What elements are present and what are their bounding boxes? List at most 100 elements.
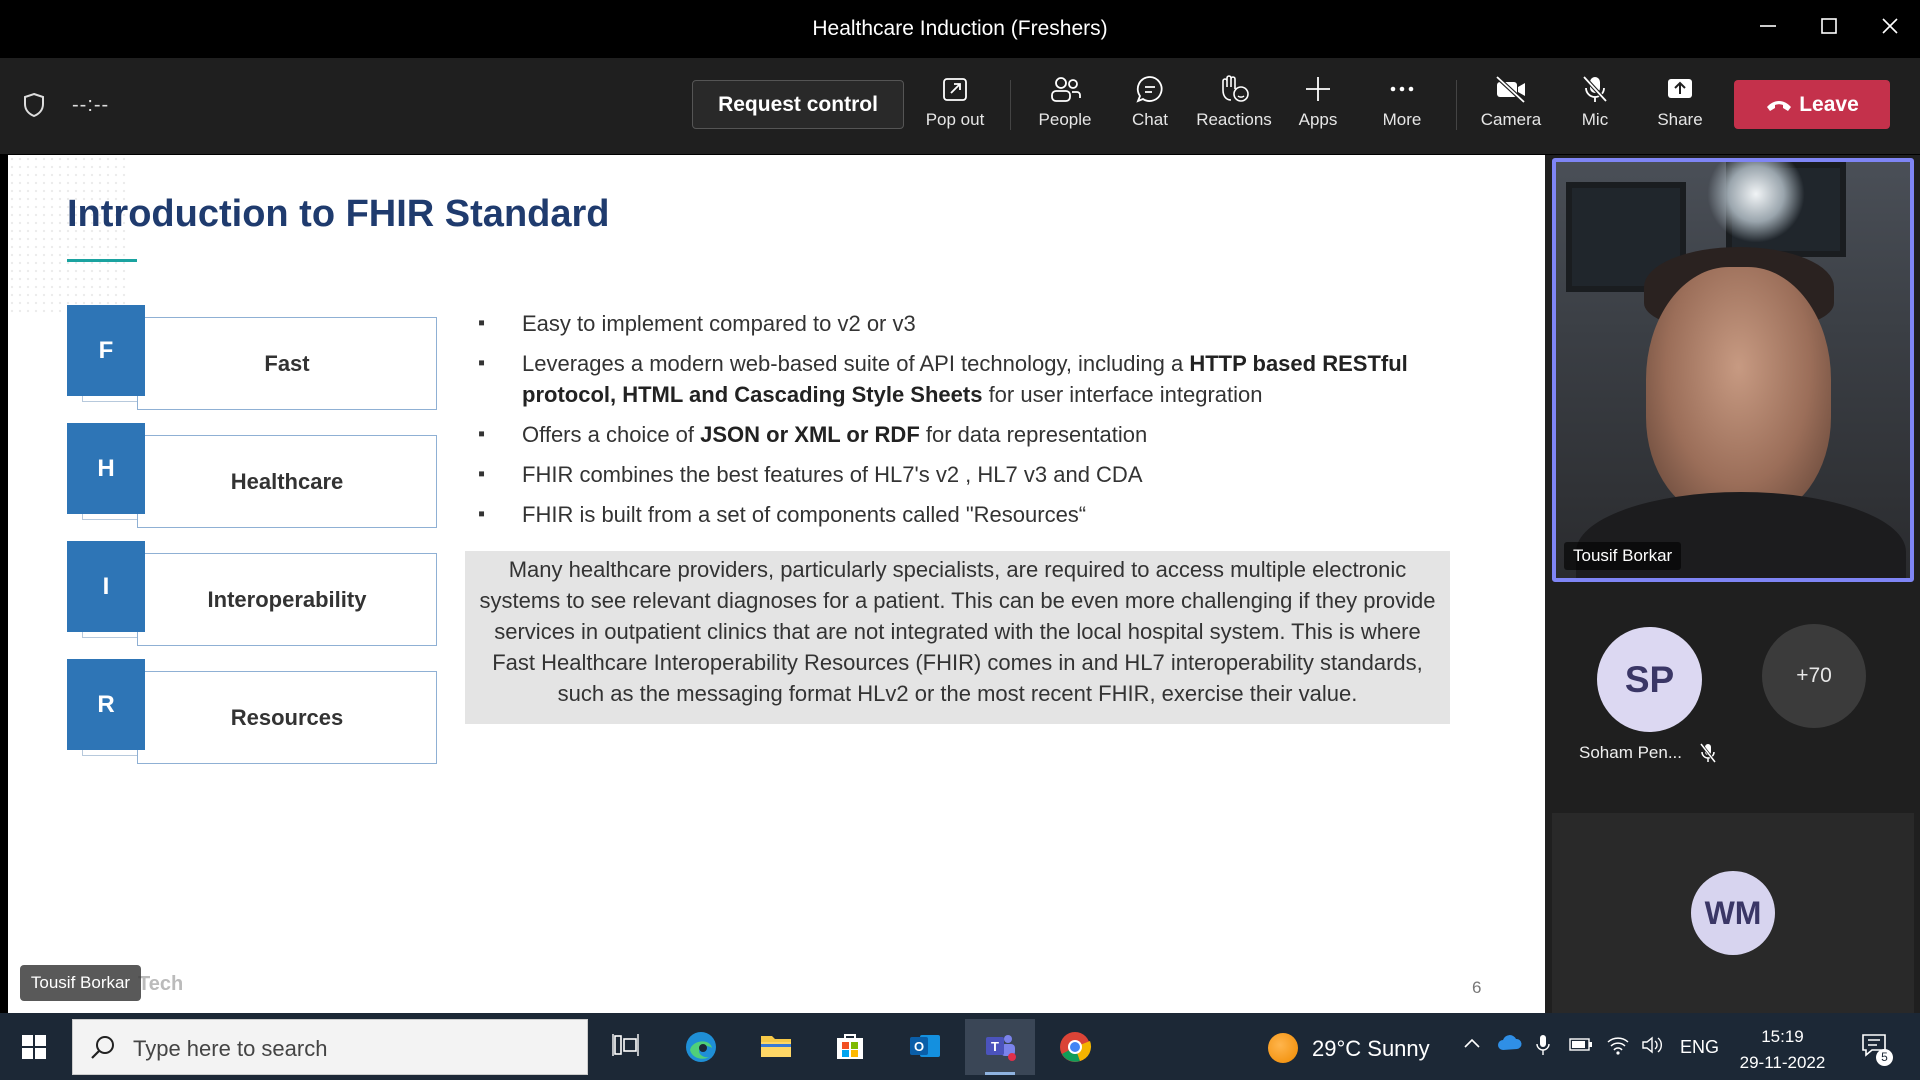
edge-icon <box>686 1032 716 1062</box>
chat-button[interactable]: Chat <box>1110 74 1190 144</box>
fhir-row-i: I Interoperability <box>67 541 437 646</box>
weather-sun-icon[interactable] <box>1268 1033 1298 1063</box>
fhir-row-r: R Resources <box>67 659 437 764</box>
taskbar-clock[interactable]: 15:19 29-11-2022 <box>1735 1024 1830 1076</box>
volume-icon[interactable] <box>1640 1034 1664 1056</box>
bullet-item: FHIR combines the best features of HL7's… <box>472 459 1462 490</box>
more-button[interactable]: More <box>1362 74 1442 144</box>
reactions-icon <box>1222 75 1249 102</box>
mic-label: Mic <box>1581 110 1609 129</box>
outlook-icon: O <box>910 1035 940 1057</box>
toolbar-divider <box>1010 80 1011 130</box>
minimize-button[interactable] <box>1753 14 1783 44</box>
bullet-item: Offers a choice of JSON or XML or RDF fo… <box>472 419 1462 450</box>
apps-button[interactable]: Apps <box>1278 74 1358 144</box>
weather-widget[interactable]: 29°C Sunny <box>1312 1036 1430 1062</box>
teams-app[interactable]: T <box>965 1019 1035 1075</box>
onedrive-icon[interactable] <box>1497 1034 1523 1054</box>
fhir-letter: H <box>67 423 145 514</box>
clock-time: 15:19 <box>1761 1027 1804 1046</box>
bullet-bold-text: JSON or XML or RDF <box>700 422 920 447</box>
bullet-text: Easy to implement compared to v2 or v3 <box>522 311 916 336</box>
language-indicator[interactable]: ENG <box>1680 1037 1719 1058</box>
title-bar: Healthcare Induction (Freshers) <box>0 0 1920 58</box>
fhir-letter: I <box>67 541 145 632</box>
bullet-item: FHIR is built from a set of components c… <box>472 499 1462 530</box>
share-icon <box>1668 79 1692 98</box>
bullet-text: Leverages a modern web-based suite of AP… <box>522 351 1190 376</box>
avatar-wm: WM <box>1691 871 1775 955</box>
task-view-icon <box>612 1034 639 1056</box>
minimize-icon <box>1760 25 1776 27</box>
shield-icon[interactable] <box>22 92 46 118</box>
mic-off-icon <box>1699 743 1717 763</box>
people-icon <box>1051 77 1081 102</box>
chevron-up-icon[interactable] <box>1462 1034 1482 1054</box>
chrome-app[interactable] <box>1040 1019 1110 1075</box>
more-participants-button[interactable]: +70 <box>1762 624 1866 728</box>
bullet-item: Easy to implement compared to v2 or v3 <box>472 308 1462 339</box>
share-label: Share <box>1657 110 1703 129</box>
chrome-icon <box>1060 1032 1092 1062</box>
slide-number: 6 <box>1472 978 1482 997</box>
svg-text:T: T <box>991 1039 999 1054</box>
search-icon <box>91 1036 114 1059</box>
search-placeholder: Type here to search <box>133 1036 328 1061</box>
bullet-text: FHIR combines the best features of HL7's… <box>522 462 1143 487</box>
video-name-tag: Tousif Borkar <box>1564 542 1682 570</box>
title-underline <box>67 259 137 262</box>
bullet-text: Offers a choice of <box>522 422 701 447</box>
camera-button[interactable]: Camera <box>1471 74 1551 144</box>
bullet-text: for data representation <box>919 422 1148 447</box>
share-button[interactable]: Share <box>1640 74 1720 144</box>
meeting-timer: --:-- <box>72 94 110 116</box>
popout-icon <box>943 78 967 101</box>
reactions-button[interactable]: Reactions <box>1194 74 1274 144</box>
request-control-button[interactable]: Request control <box>692 80 904 129</box>
edge-app[interactable] <box>666 1019 736 1075</box>
bullet-list: Easy to implement compared to v2 or v3 L… <box>472 308 1462 539</box>
task-view-button[interactable] <box>590 1019 660 1075</box>
camera-label: Camera <box>1480 110 1542 129</box>
file-explorer-app[interactable] <box>741 1019 811 1075</box>
camera-off-icon <box>1495 75 1526 104</box>
taskbar-search-input[interactable]: Type here to search <box>72 1019 588 1075</box>
participant-name: Soham Pen... <box>1579 743 1683 762</box>
slide-title: Introduction to FHIR Standard <box>67 193 610 235</box>
microphone-icon[interactable] <box>1535 1034 1551 1056</box>
popout-button[interactable]: Pop out <box>915 74 995 144</box>
presenter-name-tag: Tousif Borkar <box>20 965 141 1001</box>
fhir-word: Healthcare <box>230 469 344 494</box>
windows-start-icon[interactable] <box>22 1035 46 1059</box>
chat-label: Chat <box>1132 110 1168 129</box>
fhir-letter: F <box>67 305 145 396</box>
folder-icon <box>761 1036 791 1057</box>
teams-icon: T <box>986 1035 1016 1061</box>
people-button[interactable]: People <box>1025 74 1105 144</box>
shared-slide: Introduction to FHIR Standard F Fast H H… <box>8 155 1545 1013</box>
more-label: More <box>1382 110 1422 129</box>
store-icon <box>837 1034 863 1059</box>
close-window-button[interactable] <box>1875 14 1905 44</box>
leave-button[interactable]: Leave <box>1734 80 1890 129</box>
presenter-video[interactable]: Tousif Borkar <box>1552 158 1914 582</box>
close-icon <box>1882 18 1898 34</box>
fhir-word: Fast <box>264 351 310 376</box>
store-app[interactable] <box>815 1019 885 1075</box>
more-icon <box>1390 86 1414 92</box>
maximize-icon <box>1821 18 1837 34</box>
mic-off-icon <box>1582 75 1608 103</box>
svg-text:O: O <box>914 1039 924 1054</box>
reactions-label: Reactions <box>1196 110 1272 129</box>
mic-button[interactable]: Mic <box>1555 74 1635 144</box>
fhir-row-f: F Fast <box>67 305 437 410</box>
maximize-button[interactable] <box>1814 14 1844 44</box>
windows-taskbar: Type here to search O T 29°C Sunny ENG 1… <box>0 1013 1920 1080</box>
wifi-icon[interactable] <box>1606 1034 1630 1056</box>
brand-text: Tech <box>138 973 184 995</box>
chat-icon <box>1136 76 1163 103</box>
avatar-sp[interactable]: SP <box>1597 627 1702 732</box>
quote-box: Many healthcare providers, particularly … <box>465 551 1450 724</box>
outlook-app[interactable]: O <box>890 1019 960 1075</box>
battery-icon[interactable] <box>1568 1034 1594 1054</box>
